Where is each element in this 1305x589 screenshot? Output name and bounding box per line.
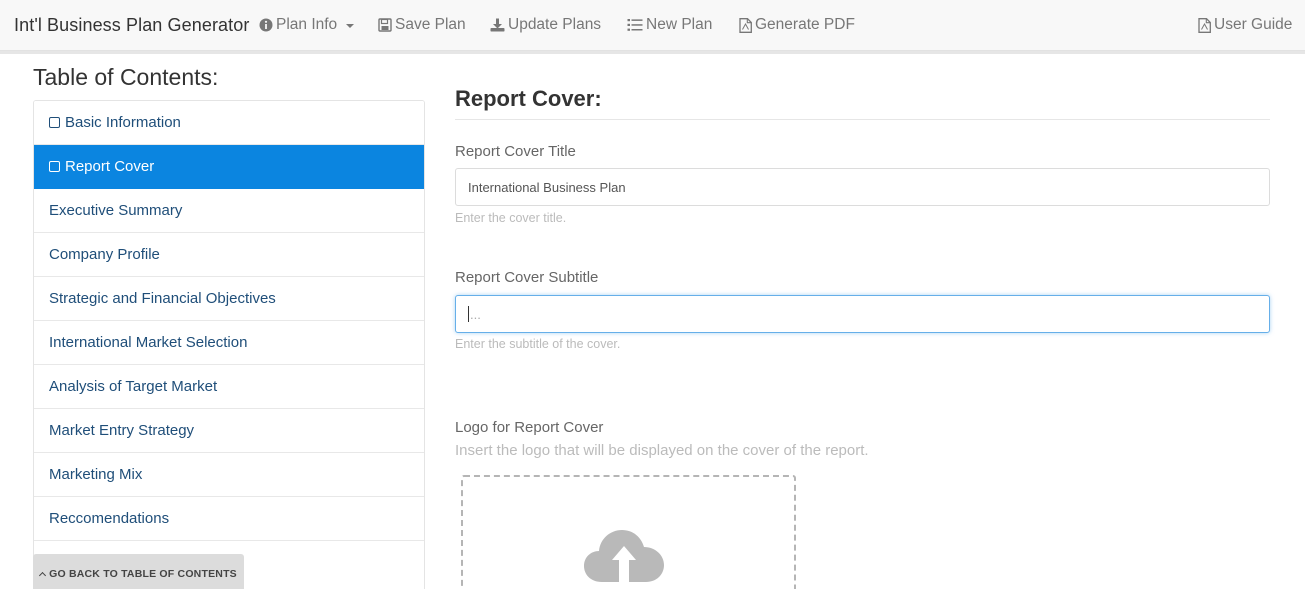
toc-item-market-entry-strategy[interactable]: Market Entry Strategy [34,409,424,453]
toc-item-recommendations[interactable]: Reccomendations [34,497,424,541]
toc-item-report-cover[interactable]: Report Cover [34,145,424,189]
cover-subtitle-placeholder: ... [470,306,481,322]
save-plan-label: Save Plan [395,16,466,33]
generate-pdf-button[interactable]: Generate PDF [739,16,855,34]
toc-item-label: Marketing Mix [49,466,143,483]
cloud-upload-icon [584,530,664,589]
top-navbar: Int'l Business Plan Generator Plan Info … [0,0,1305,51]
toc-item-label: International Market Selection [49,334,248,351]
cover-subtitle-help: Enter the subtitle of the cover. [455,337,621,351]
toc-item-basic-information[interactable]: Basic Information [34,101,424,145]
toc-item-label: Market Entry Strategy [49,422,195,439]
floppy-disk-icon [378,18,392,32]
checkbox-icon [49,116,60,128]
toc-title: Table of Contents: [33,64,219,90]
toc-item-strategic-financial-objectives[interactable]: Strategic and Financial Objectives [34,277,424,321]
update-plans-button[interactable]: Update Plans [490,16,601,34]
checkbox-icon [49,160,60,172]
toc-item-marketing-mix[interactable]: Marketing Mix [34,453,424,497]
pdf-file-icon [1198,17,1211,33]
download-icon [490,18,505,32]
text-cursor [468,306,469,322]
info-circle-icon [259,18,273,32]
navbar-divider [0,51,1305,54]
toc-item-label: Report Cover [65,158,155,175]
cover-title-input[interactable]: International Business Plan [455,168,1270,206]
cover-title-label: Report Cover Title [455,143,576,160]
toc-item-label: Strategic and Financial Objectives [49,290,276,307]
save-plan-button[interactable]: Save Plan [378,16,466,34]
logo-label: Logo for Report Cover [455,419,604,436]
update-plans-label: Update Plans [508,16,602,33]
user-guide-label: User Guide [1214,16,1293,33]
toc-item-label: Reccomendations [49,510,170,527]
pdf-file-icon [739,17,752,33]
logo-help: Insert the logo that will be displayed o… [455,442,869,459]
cover-title-value: International Business Plan [468,179,626,195]
cover-title-help: Enter the cover title. [455,211,567,225]
toc-item-analysis-target-market[interactable]: Analysis of Target Market [34,365,424,409]
toc-item-executive-summary[interactable]: Executive Summary [34,189,424,233]
plan-info-label: Plan Info [276,16,338,33]
toc-item-international-market-selection[interactable]: International Market Selection [34,321,424,365]
list-icon [627,19,643,31]
plan-info-dropdown[interactable]: Plan Info [259,16,355,34]
new-plan-label: New Plan [646,16,713,33]
toc-item-label: Basic Information [65,114,181,131]
new-plan-button[interactable]: New Plan [627,16,712,34]
section-title: Report Cover: [455,86,602,111]
section-divider [455,119,1270,120]
caret-down-icon [346,24,355,28]
toc-item-label: Analysis of Target Market [49,378,218,395]
generate-pdf-label: Generate PDF [755,16,855,33]
user-guide-link[interactable]: User Guide [1198,16,1292,34]
toc-item-label: Company Profile [49,246,160,263]
toc-item-company-profile[interactable]: Company Profile [34,233,424,277]
toc-list: Basic Information Report Cover Executive… [33,100,425,589]
back-to-toc-button[interactable]: GO BACK TO TABLE OF CONTENTS [33,554,244,589]
cover-subtitle-label: Report Cover Subtitle [455,269,599,286]
toc-item-label: Executive Summary [49,202,183,219]
app-brand[interactable]: Int'l Business Plan Generator [14,15,249,36]
back-to-toc-label: GO BACK TO TABLE OF CONTENTS [49,568,237,580]
chevron-up-icon [39,571,47,579]
cover-subtitle-input[interactable]: ... [455,295,1270,333]
